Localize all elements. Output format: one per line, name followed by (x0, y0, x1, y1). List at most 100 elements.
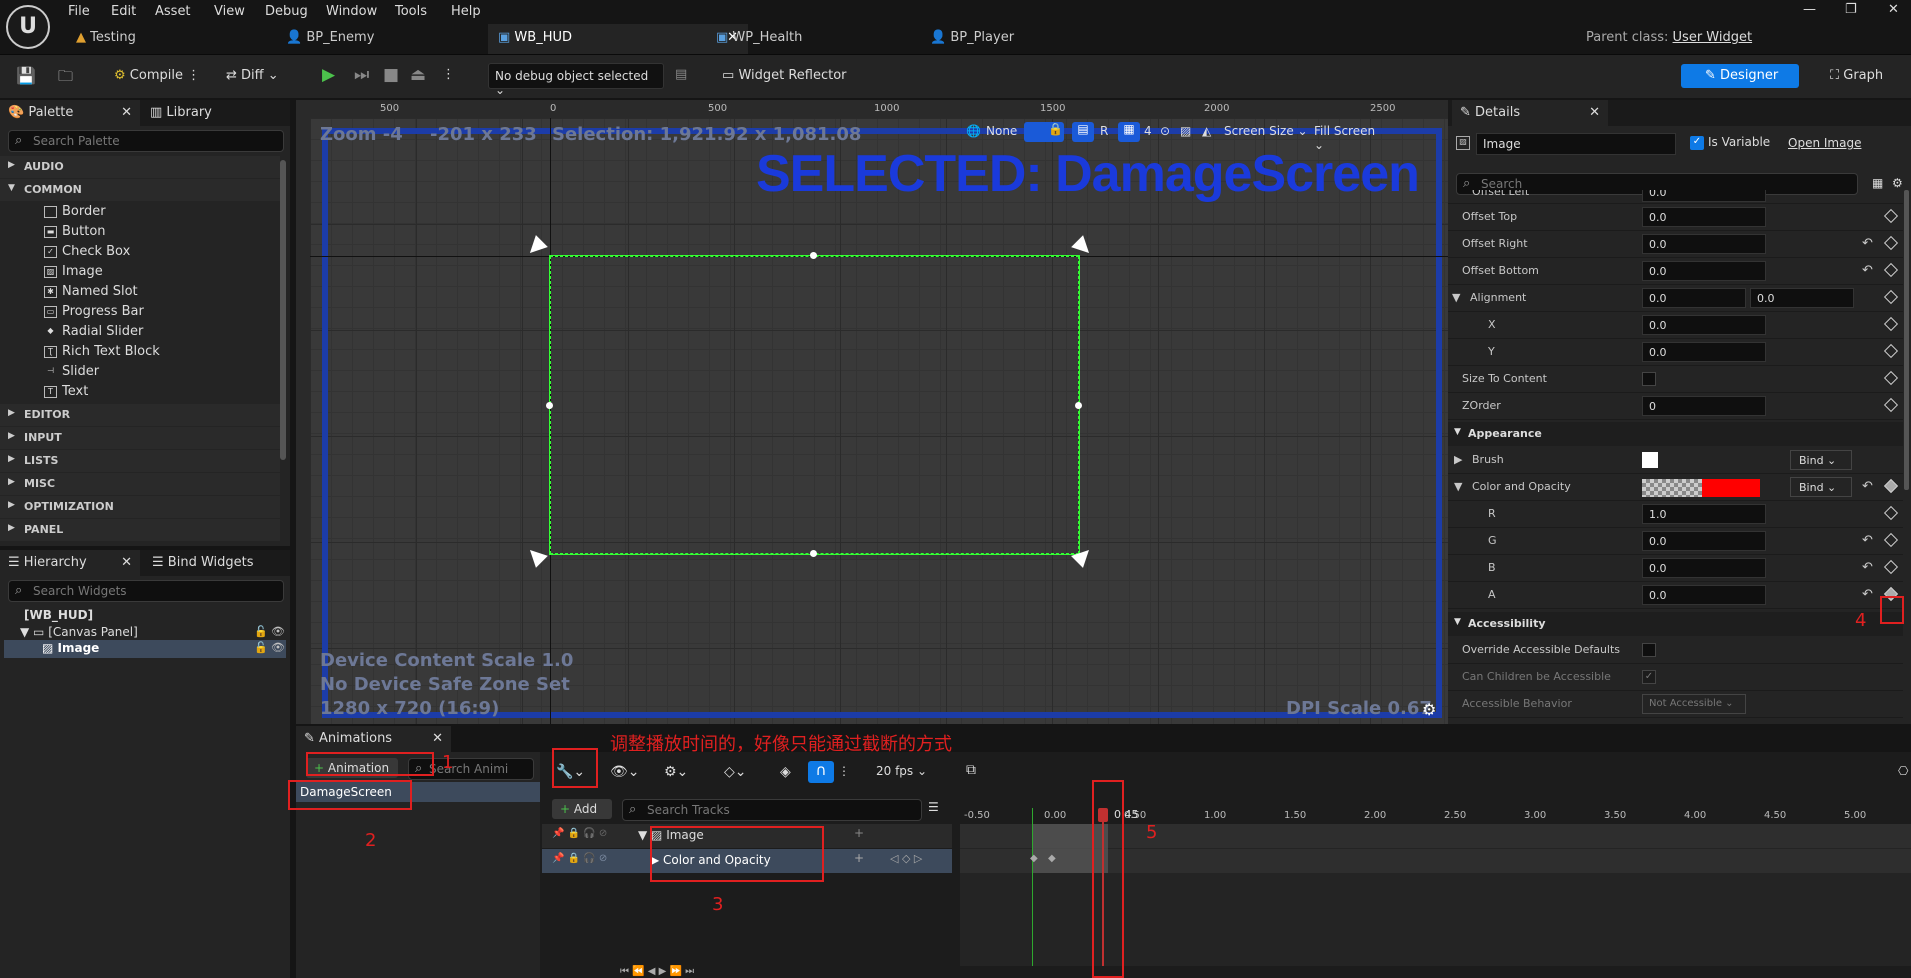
graph-button[interactable]: ⛶ Graph (1830, 68, 1883, 83)
palette-item-rich-text-block[interactable]: Ʈ Rich Text Block (44, 344, 160, 364)
details-scrollbar[interactable] (1904, 190, 1909, 490)
a-field[interactable]: 0.0 (1642, 585, 1766, 605)
reset-icon[interactable]: ↶ (1862, 533, 1873, 548)
override-checkbox[interactable] (1642, 643, 1656, 657)
playback-options-icon[interactable]: ⚙⌄ (664, 764, 688, 780)
more-options-icon[interactable]: ⋮ (442, 67, 455, 82)
designer-viewport[interactable]: Zoom -4 -201 x 233 Selection: 1,921.92 x… (310, 118, 1448, 724)
track-lock-icons[interactable]: 📌 🔒 🎧 ⊘ (552, 828, 607, 839)
track-search-input[interactable]: ⌕ Search Tracks (622, 799, 922, 821)
compile-button[interactable]: ⚙ Compile ⋮ (114, 68, 200, 83)
category-audio[interactable]: ▶ AUDIO (0, 156, 280, 178)
view-options-icon[interactable]: 👁⌄ (610, 764, 640, 780)
maximize-icon[interactable]: ❐ (1845, 2, 1857, 17)
tab-library[interactable]: ▥ Library (142, 100, 220, 126)
menu-help[interactable]: Help (451, 4, 481, 19)
keyframe-icon[interactable]: ◆ (1030, 853, 1038, 864)
menu-file[interactable]: File (68, 4, 90, 19)
reset-icon[interactable]: ↶ (1862, 560, 1873, 575)
palette-scrollbar[interactable] (280, 160, 286, 460)
open-image-link[interactable]: Open Image (1788, 136, 1861, 150)
behavior-dropdown[interactable]: Not Accessible ⌄ (1642, 694, 1746, 714)
hierarchy-search-input[interactable]: ⌕ Search Widgets (8, 580, 284, 602)
category-editor[interactable]: ▶ EDITOR (0, 404, 280, 426)
globe-icon[interactable]: 🌐 (966, 124, 981, 138)
add-key-icon[interactable]: + (854, 826, 864, 840)
step-icon[interactable]: ⏭ (354, 65, 369, 85)
close-icon[interactable]: ✕ (432, 731, 443, 746)
tab-wp-health[interactable]: ▣ WP_Health (706, 24, 926, 54)
tab-bind-widgets[interactable]: ☰ Bind Widgets (144, 550, 262, 576)
offset-right-field[interactable]: 0.0 (1642, 234, 1766, 254)
close-icon[interactable]: ✕ (121, 105, 132, 120)
lock-icon[interactable]: 🔓 (254, 625, 268, 638)
snap-magnet-icon[interactable]: ∩ (808, 761, 834, 783)
section-appearance[interactable]: ▼ Appearance (1448, 422, 1903, 446)
reset-icon[interactable]: ↶ (1862, 587, 1873, 602)
close-icon[interactable]: ✕ (121, 555, 132, 570)
unreal-logo[interactable]: U (6, 5, 50, 49)
filter-icon[interactable]: ☰ (928, 800, 939, 814)
eye-icon[interactable]: 👁 (271, 625, 285, 638)
category-lists[interactable]: ▶ LISTS (0, 450, 280, 472)
menu-debug[interactable]: Debug (265, 4, 308, 19)
resize-handle-left[interactable] (546, 402, 553, 409)
reset-icon[interactable]: ↶ (1862, 479, 1873, 494)
menu-edit[interactable]: Edit (111, 4, 136, 19)
parent-class-link[interactable]: User Widget (1673, 30, 1753, 45)
eye-icon[interactable]: 👁 (271, 641, 285, 654)
keyframe-diamond-icon[interactable] (1883, 343, 1899, 359)
widget-reflector-button[interactable]: ▭ Widget Reflector (722, 68, 847, 83)
browse-icon[interactable]: 🗀 (58, 66, 73, 91)
category-panel[interactable]: ▶ PANEL (0, 519, 280, 541)
palette-item-text[interactable]: T Text (44, 384, 88, 404)
screen-size-dropdown[interactable]: Screen Size ⌄ (1224, 124, 1308, 138)
menu-window[interactable]: Window (326, 4, 377, 19)
play-icon[interactable]: ▶ (322, 65, 335, 85)
hierarchy-root[interactable]: [WB_HUD] (24, 608, 93, 622)
b-field[interactable]: 0.0 (1642, 558, 1766, 578)
debug-filter-icon[interactable]: ▤ (675, 67, 687, 82)
debug-object-select[interactable]: No debug object selected ⌄ (488, 63, 664, 97)
palette-item-progress-bar[interactable]: ▭ Progress Bar (44, 304, 144, 324)
keyframe-diamond-icon[interactable] (1883, 532, 1899, 548)
keyframe-diamond-icon[interactable] (1883, 289, 1899, 305)
tab-testing[interactable]: ▲ Testing (66, 24, 266, 54)
menu-view[interactable]: View (214, 4, 245, 19)
respect-locks[interactable]: R (1100, 124, 1108, 138)
grid-size[interactable]: 4 (1144, 124, 1152, 138)
diff-button[interactable]: ⇄ Diff ⌄ (226, 68, 279, 83)
tab-hierarchy[interactable]: ☰ Hierarchy ✕ (0, 550, 140, 576)
collapse-arrow-icon[interactable]: ▼ (1454, 480, 1462, 493)
palette-item-image[interactable]: ▨ Image (44, 264, 103, 284)
close-window-icon[interactable]: ✕ (1888, 2, 1899, 17)
zorder-field[interactable]: 0 (1642, 396, 1766, 416)
resize-handle-right[interactable] (1075, 402, 1082, 409)
alignment-x-field[interactable]: 0.0 (1642, 288, 1746, 308)
keyframe-diamond-icon[interactable] (1883, 478, 1899, 494)
alignment-y-field[interactable]: 0.0 (1750, 288, 1854, 308)
expand-arrow-icon[interactable]: ▶ (1454, 453, 1462, 466)
add-key-icon[interactable]: + (854, 851, 864, 865)
keyframe-diamond-icon[interactable] (1883, 370, 1899, 386)
eject-icon[interactable]: ⏏ (410, 65, 426, 85)
hierarchy-image-row[interactable]: ▨ Image 🔓 👁 (4, 640, 286, 658)
reset-icon[interactable]: ↶ (1862, 236, 1873, 251)
resize-handle-top[interactable] (810, 252, 817, 259)
keyframe-icon[interactable]: ◆ (1048, 853, 1056, 864)
designer-button[interactable]: ✎ Designer (1681, 64, 1799, 88)
auto-key-icon[interactable]: ◈ (780, 764, 791, 780)
keyframe-diamond-icon[interactable] (1883, 262, 1899, 278)
offset-left-field[interactable]: 0.0 (1642, 190, 1766, 202)
g-field[interactable]: 0.0 (1642, 531, 1766, 551)
section-accessibility[interactable]: ▼ Accessibility (1448, 612, 1903, 636)
keyframe-diamond-icon[interactable] (1883, 235, 1899, 251)
minimize-icon[interactable]: — (1803, 2, 1816, 17)
grid-snap-icon[interactable]: ▦ (1118, 122, 1140, 142)
is-variable-checkbox[interactable]: ✓ (1690, 136, 1704, 150)
locale-none[interactable]: None (986, 124, 1017, 138)
key-nav-icons[interactable]: ◁ ◇ ▷ (890, 852, 922, 865)
keyframe-diamond-icon[interactable] (1883, 208, 1899, 224)
keyframe-diamond-icon[interactable] (1883, 559, 1899, 575)
category-common[interactable]: ▼ COMMON (0, 179, 280, 201)
